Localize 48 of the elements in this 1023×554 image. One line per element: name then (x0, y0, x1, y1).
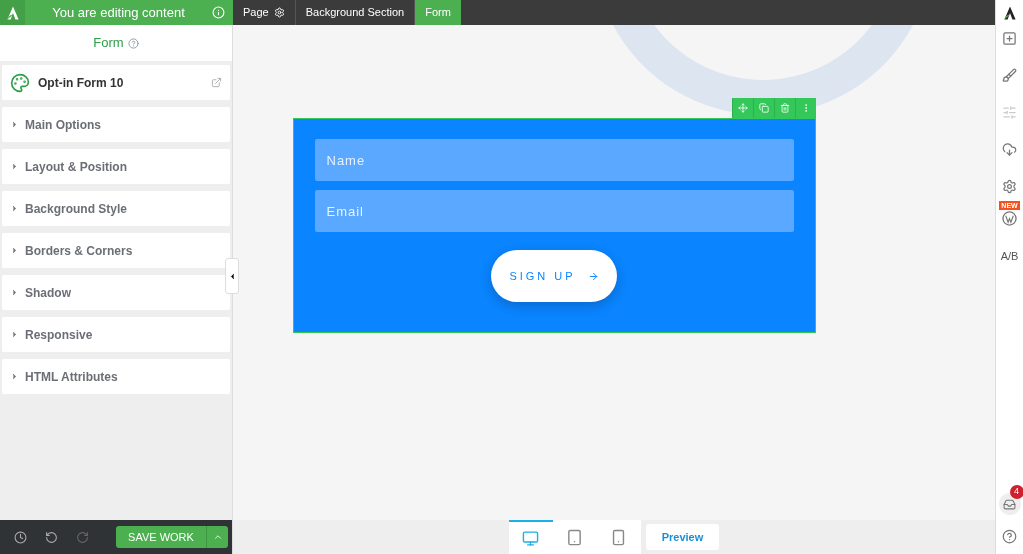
text-field[interactable]: Name (314, 139, 794, 181)
editing-notice: You are editing content (51, 3, 186, 22)
help-icon[interactable] (127, 37, 139, 49)
inbox-icon[interactable] (1003, 497, 1016, 511)
caret-icon (10, 204, 19, 213)
preview-button[interactable]: Preview (645, 524, 720, 550)
arrow-right-icon (587, 270, 599, 282)
help-icon[interactable] (1002, 529, 1017, 544)
notification-count: 4 (1009, 485, 1023, 499)
cloud-download-icon[interactable] (1002, 142, 1017, 157)
caret-icon (10, 288, 19, 297)
palette-icon (10, 72, 30, 93)
accordion-section[interactable]: Shadow (2, 275, 230, 310)
brush-icon[interactable] (1002, 68, 1017, 83)
caret-icon (10, 372, 19, 381)
ab-test-label[interactable]: A/B (1000, 248, 1019, 265)
caret-icon (10, 330, 19, 339)
tablet-icon (566, 528, 584, 546)
undo-icon[interactable] (45, 530, 58, 544)
panel-title: Form (93, 34, 124, 53)
caret-icon (10, 120, 19, 129)
info-icon[interactable] (212, 6, 225, 19)
breadcrumb[interactable]: Page (233, 0, 295, 25)
toolbar-icon[interactable] (737, 103, 748, 113)
save-button[interactable]: SAVE WORK (116, 526, 206, 548)
accordion-section[interactable]: HTML Attributes (2, 359, 230, 394)
open-external-icon[interactable] (211, 77, 222, 88)
sliders-icon[interactable] (1002, 105, 1017, 120)
breadcrumb[interactable]: Form (414, 0, 461, 25)
caret-icon (10, 246, 19, 255)
caret-up-icon (212, 532, 223, 542)
accordion-section[interactable]: Main Options (2, 107, 230, 142)
sign-up-button[interactable]: SIGN UP (491, 250, 617, 302)
accordion-section[interactable]: Responsive (2, 317, 230, 352)
accordion-section[interactable]: Layout & Position (2, 149, 230, 184)
settings-icon[interactable] (1002, 179, 1017, 194)
history-icon[interactable] (14, 530, 27, 544)
redo-icon[interactable] (76, 530, 89, 544)
caret-icon (10, 162, 19, 171)
toolbar-icon[interactable] (779, 103, 790, 113)
text-field[interactable]: Email (314, 190, 794, 232)
toolbar-icon[interactable] (758, 103, 769, 113)
add-icon[interactable] (1002, 31, 1017, 46)
element-card[interactable]: Opt-in Form 10 (2, 65, 230, 100)
accordion-section[interactable]: Background Style (2, 191, 230, 226)
desktop-icon (522, 529, 540, 547)
form-block[interactable]: Name Email SIGN UP (292, 118, 816, 333)
accordion-section[interactable]: Borders & Corners (2, 233, 230, 268)
